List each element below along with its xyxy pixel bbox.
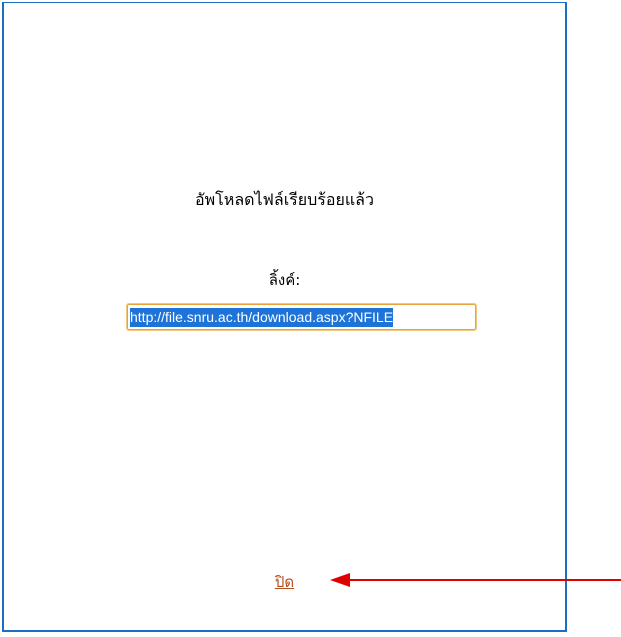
left-arrow-icon bbox=[330, 573, 621, 587]
link-url-text: http://file.snru.ac.th/download.aspx?NFI… bbox=[130, 308, 394, 327]
upload-success-message: อัพโหลดไฟล์เรียบร้อยแล้ว bbox=[195, 190, 374, 209]
link-url-field[interactable]: http://file.snru.ac.th/download.aspx?NFI… bbox=[126, 303, 477, 331]
link-label: ลิ้งค์: bbox=[268, 271, 301, 289]
upload-result-dialog: อัพโหลดไฟล์เรียบร้อยแล้ว ลิ้งค์: http://… bbox=[2, 2, 567, 632]
